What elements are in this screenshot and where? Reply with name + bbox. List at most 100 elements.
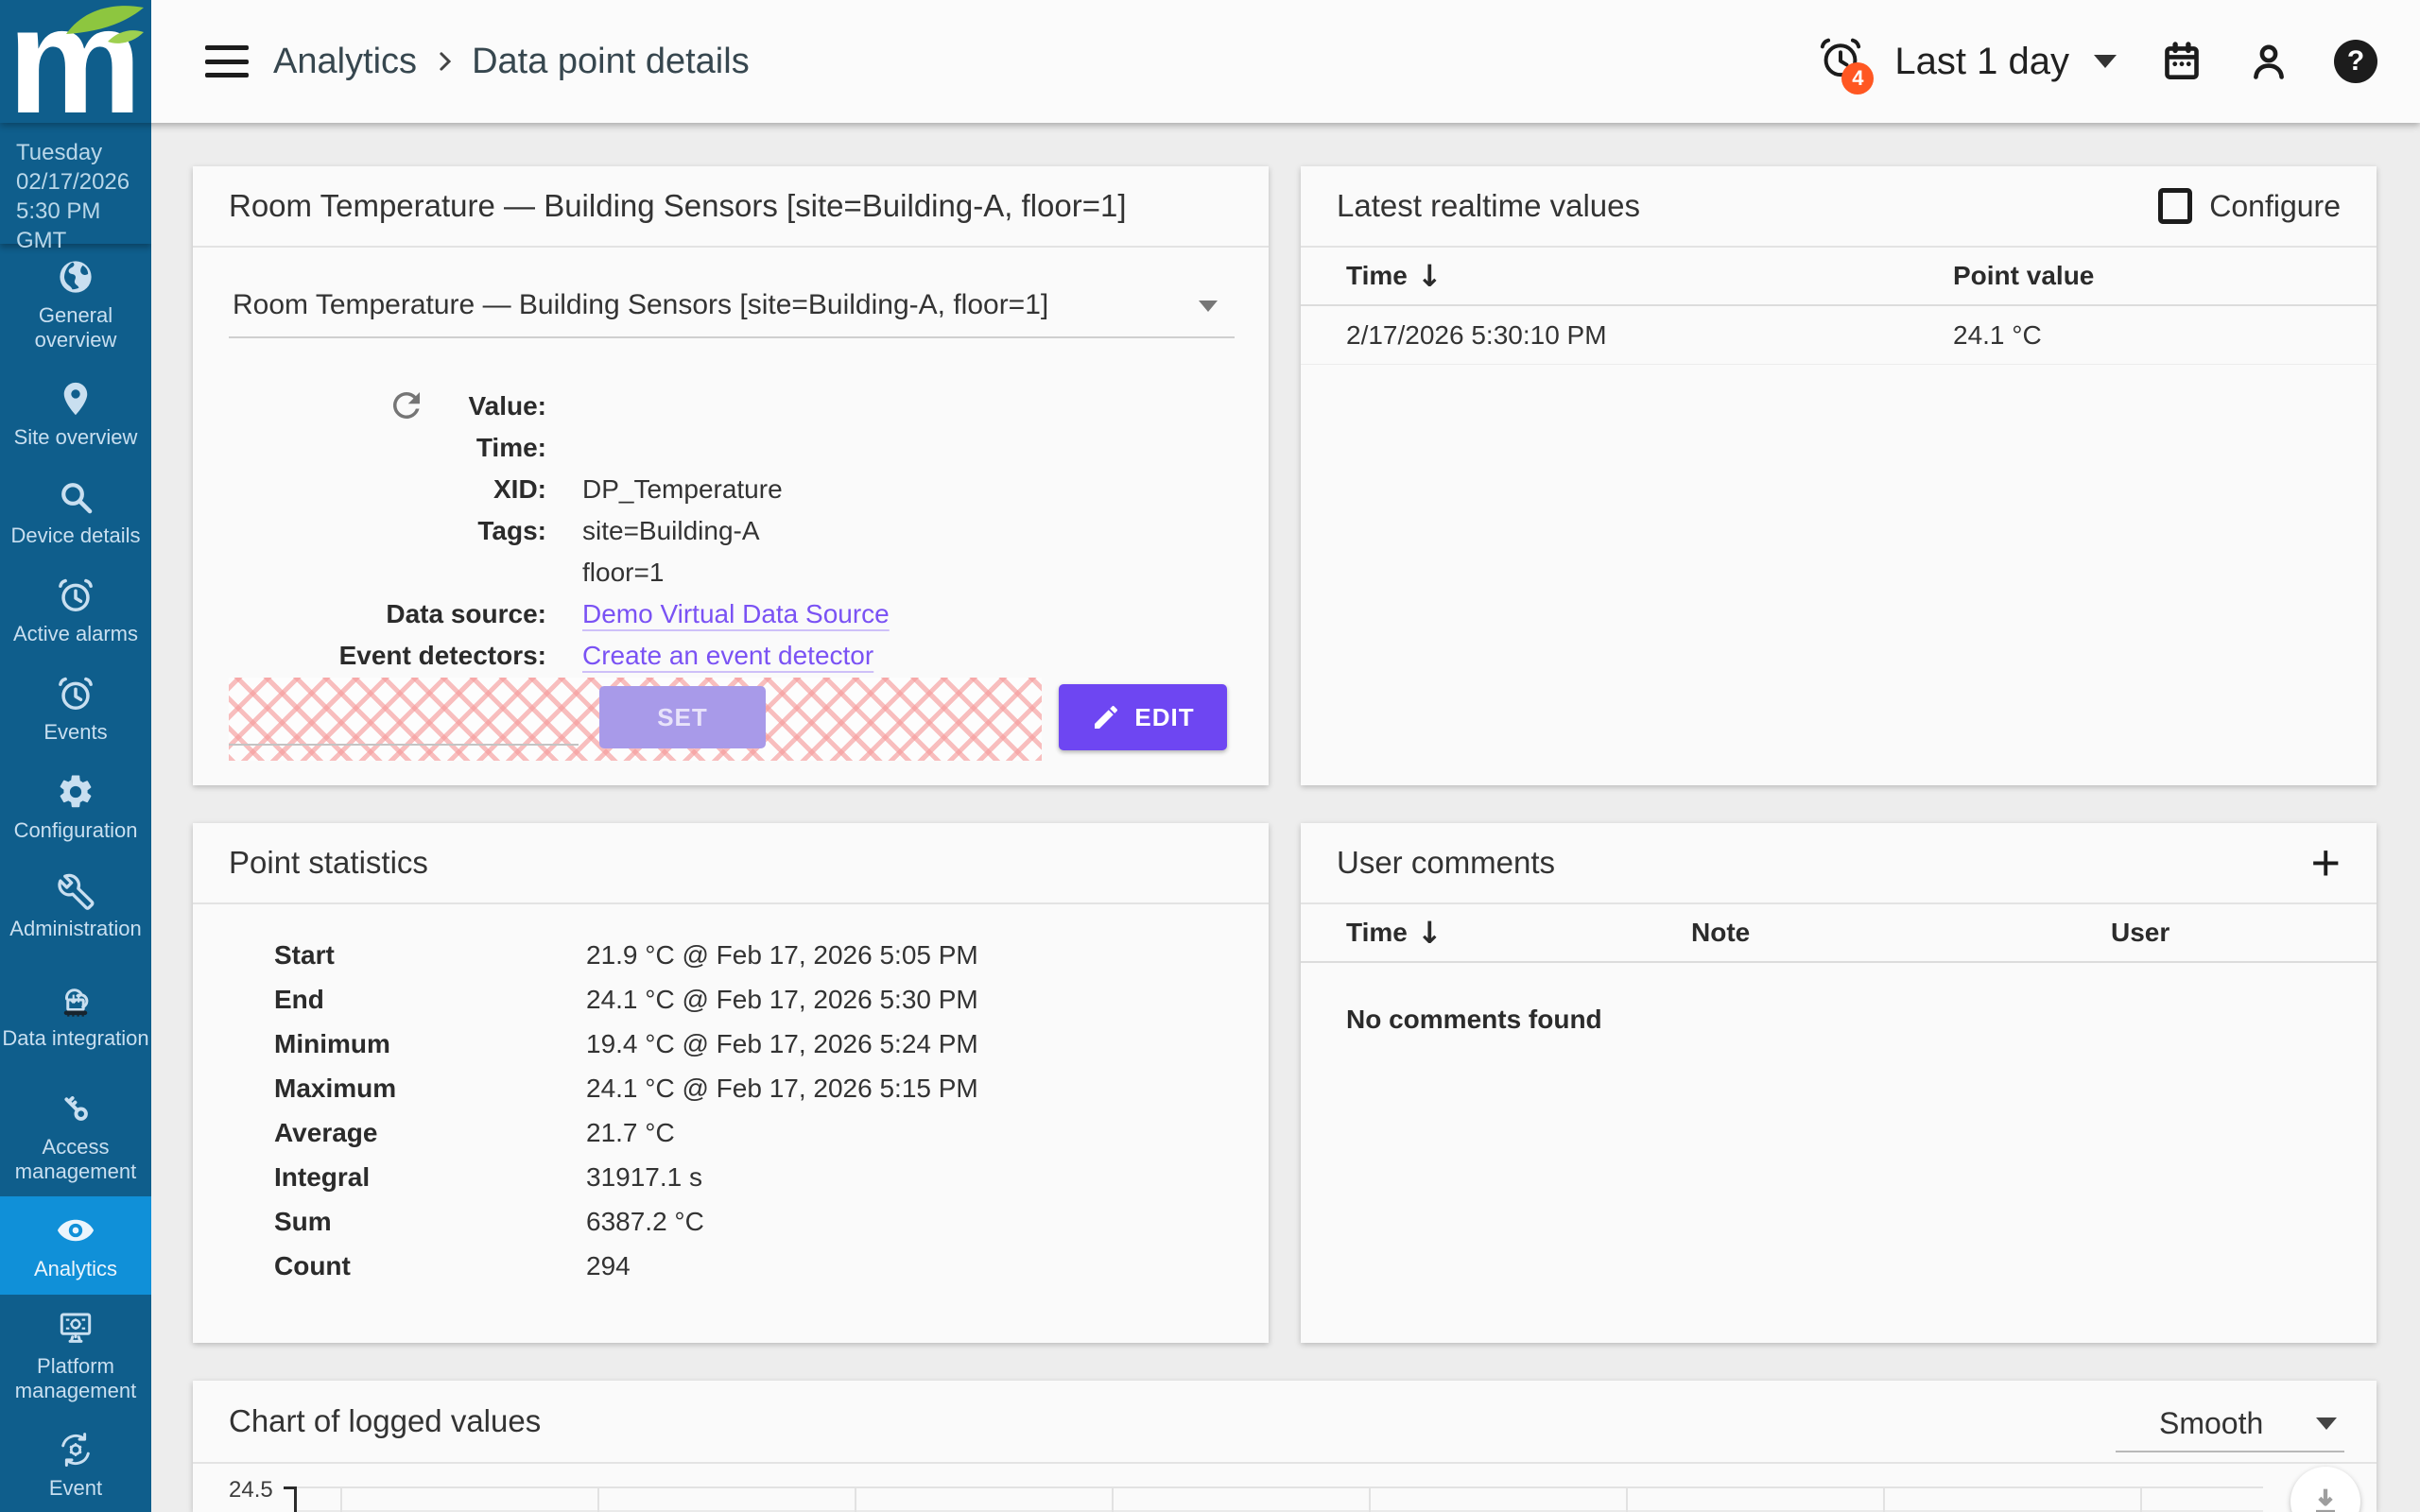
data-source-label: Data source: (229, 593, 546, 635)
realtime-col-value[interactable]: Point value (1953, 261, 2377, 291)
top-bar-actions: 4 Last 1 day (1817, 34, 2420, 89)
v-gridline (2140, 1486, 2142, 1512)
rollup-select[interactable]: Smooth (2116, 1402, 2344, 1452)
value-field (582, 386, 1233, 427)
gear-sync-icon (56, 1430, 95, 1469)
sort-desc-icon: ↓ (1417, 915, 1443, 951)
sidebar-day: Tuesday (16, 138, 144, 167)
user-menu-button[interactable] (2247, 40, 2290, 83)
point-details-title: Room Temperature — Building Sensors [sit… (193, 166, 1269, 248)
y-axis-line (284, 1486, 297, 1512)
v-gridline (855, 1486, 856, 1512)
sidebar-item-event[interactable]: Event (0, 1416, 151, 1512)
v-gridline (340, 1486, 342, 1512)
stat-row: Count 294 (193, 1244, 1269, 1288)
main-content: Room Temperature — Building Sensors [sit… (151, 123, 2420, 1512)
key-icon (56, 1089, 95, 1128)
tags-label: Tags: (229, 510, 546, 552)
sidebar-item-label: Analytics (1, 1257, 150, 1281)
globe-icon (56, 257, 95, 297)
data-source-link[interactable]: Demo Virtual Data Source (582, 599, 890, 628)
configure-checkbox[interactable] (2158, 188, 2192, 224)
sidebar-item-access-management[interactable]: Access management (0, 1075, 151, 1196)
chevron-down-icon (1199, 301, 1218, 312)
tag-value: floor=1 (582, 552, 1233, 593)
sidebar-item-analytics[interactable]: Analytics (0, 1196, 151, 1295)
plus-icon: + (2310, 834, 2341, 891)
app-logo[interactable]: m (0, 0, 151, 123)
configure-label: Configure (2209, 189, 2341, 224)
point-details-fields: Value: Time: XID: DP_Temperature Tags: s… (229, 386, 1233, 677)
point-select[interactable]: Room Temperature — Building Sensors [sit… (229, 280, 1235, 338)
chevron-right-icon (430, 45, 458, 77)
event-detectors-label: Event detectors: (229, 635, 546, 677)
breadcrumb-analytics[interactable]: Analytics (273, 42, 417, 82)
realtime-row[interactable]: 2/17/2026 5:30:10 PM 24.1 °C (1301, 306, 2377, 365)
cloud-sync-icon (56, 980, 95, 1020)
top-bar: m Analytics Data point details (0, 0, 2420, 123)
statistics-table: Start 21.9 °C @ Feb 17, 2026 5:05 PM End… (193, 904, 1269, 1288)
stat-row: Integral 31917.1 s (193, 1155, 1269, 1199)
statistics-title: Point statistics (193, 823, 1269, 904)
time-range-value[interactable]: Last 1 day (1894, 41, 2069, 83)
search-icon (56, 477, 95, 517)
app-window: m Analytics Data point details (0, 0, 2420, 1512)
stat-row: Start 21.9 °C @ Feb 17, 2026 5:05 PM (193, 933, 1269, 977)
stat-row: Average 21.7 °C (193, 1110, 1269, 1155)
sidebar-item-general-overview[interactable]: General overview (0, 244, 151, 365)
chart-plot-area: 24.5 (193, 1464, 2377, 1512)
calendar-icon (2160, 40, 2204, 83)
chevron-down-icon[interactable] (2094, 55, 2117, 68)
sidebar-item-events[interactable]: Events (0, 660, 151, 758)
chart-title: Chart of logged values (229, 1403, 541, 1439)
sidebar-item-administration[interactable]: Administration (0, 856, 151, 954)
realtime-col-time[interactable]: Time ↓ (1301, 258, 1953, 294)
user-comments-card: User comments + Time ↓ Note User No comm… (1301, 823, 2377, 1343)
sidebar-time: 5:30 PM GMT (16, 197, 144, 255)
sidebar-item-label: General overview (1, 303, 150, 352)
eye-icon (56, 1211, 95, 1250)
comments-col-note[interactable]: Note (1691, 918, 2111, 948)
sidebar-item-label: Active alarms (1, 622, 150, 646)
realtime-values-card: Latest realtime values Configure Time ↓ … (1301, 166, 2377, 785)
configure-toggle[interactable]: Configure (2158, 188, 2341, 224)
point-details-card: Room Temperature — Building Sensors [sit… (193, 166, 1269, 785)
time-field (582, 427, 1233, 469)
alarm-count-badge: 4 (1841, 62, 1874, 94)
comments-col-time[interactable]: Time ↓ (1301, 915, 1691, 951)
sidebar-item-label: Site overview (1, 425, 150, 450)
set-value-input[interactable] (229, 744, 579, 746)
menu-hamburger-icon[interactable] (205, 45, 249, 77)
comments-col-user[interactable]: User (2111, 918, 2377, 948)
sidebar-datetime: Tuesday 02/17/2026 5:30 PM GMT (0, 123, 151, 244)
active-alarms-button[interactable]: 4 (1817, 34, 1866, 89)
sidebar-item-active-alarms[interactable]: Active alarms (0, 561, 151, 660)
point-statistics-card: Point statistics Start 21.9 °C @ Feb 17,… (193, 823, 1269, 1343)
location-pin-icon (56, 379, 95, 419)
sidebar-item-label: Access management (1, 1135, 150, 1184)
v-gridline (1626, 1486, 1628, 1512)
gear-icon (56, 772, 95, 812)
create-event-detector-link[interactable]: Create an event detector (582, 641, 873, 670)
sidebar-nav: General overview Site overview Device de… (0, 244, 151, 1512)
help-button[interactable]: ? (2334, 40, 2377, 83)
refresh-icon[interactable] (387, 386, 426, 425)
sidebar-item-site-overview[interactable]: Site overview (0, 365, 151, 463)
alarm-clock-icon (56, 674, 95, 713)
v-gridline (597, 1486, 599, 1512)
download-icon (2307, 1483, 2344, 1512)
sidebar-item-data-integration[interactable]: Data integration (0, 954, 151, 1075)
person-icon (2247, 40, 2290, 83)
stat-row: Maximum 24.1 °C @ Feb 17, 2026 5:15 PM (193, 1066, 1269, 1110)
sidebar-item-platform-management[interactable]: Platform management (0, 1295, 151, 1416)
v-gridline (1883, 1486, 1885, 1512)
add-comment-button[interactable]: + (2310, 844, 2341, 882)
xid-value: DP_Temperature (582, 469, 1233, 510)
chevron-down-icon (2316, 1418, 2337, 1430)
sidebar-item-configuration[interactable]: Configuration (0, 758, 151, 856)
edit-button[interactable]: EDIT (1059, 684, 1227, 750)
comments-title: User comments (1337, 845, 1555, 881)
set-button[interactable]: SET (599, 686, 766, 748)
sidebar-item-device-details[interactable]: Device details (0, 463, 151, 561)
date-picker-button[interactable] (2160, 40, 2204, 83)
